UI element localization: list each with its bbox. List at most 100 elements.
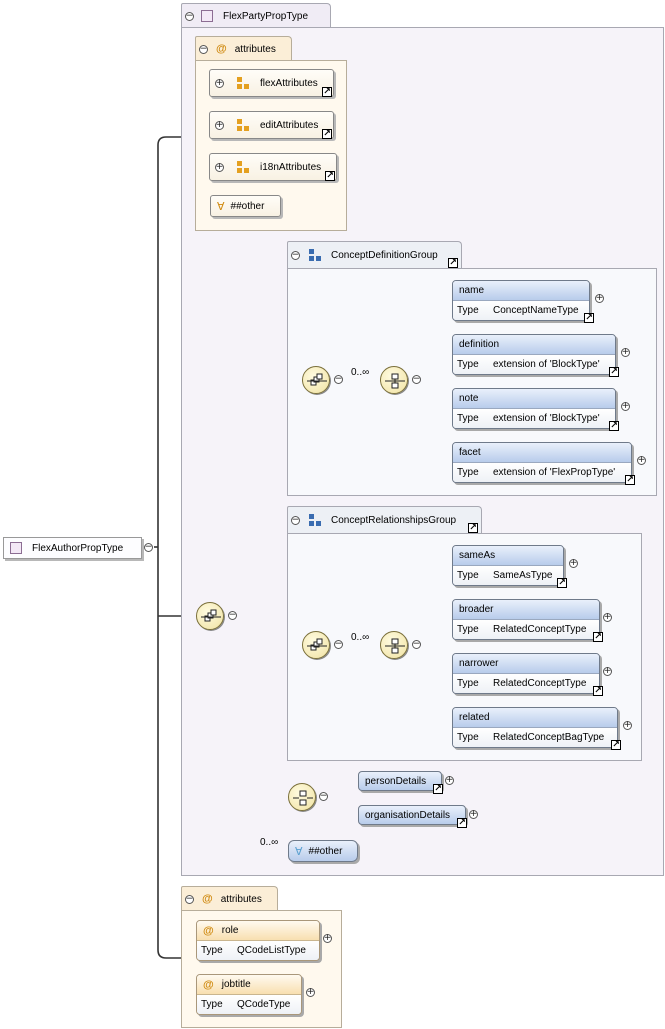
expand-icon[interactable]: + [215, 78, 224, 88]
reference-arrow-icon[interactable]: ↗ [584, 313, 594, 323]
occurrence-label: 0..∞ [351, 632, 370, 643]
reference-arrow-icon[interactable]: ↗ [593, 686, 603, 696]
reference-arrow-icon[interactable]: ↗ [593, 632, 603, 642]
expand-icon[interactable]: + [306, 988, 315, 997]
attribute-group-ref[interactable]: + editAttributes [209, 111, 334, 139]
type-label: Type [457, 359, 479, 370]
element-note[interactable]: note Type extension of 'BlockType' [452, 388, 616, 429]
reference-arrow-icon[interactable]: ↗ [611, 740, 621, 750]
reference-arrow-icon[interactable]: ↗ [625, 475, 635, 485]
occurrence-label: 0..∞ [351, 367, 370, 378]
expand-icon[interactable]: + [637, 456, 646, 465]
element-related[interactable]: related Type RelatedConceptBagType [452, 707, 618, 748]
reference-arrow-icon[interactable]: ↗ [609, 421, 619, 431]
group-collapse-icon[interactable]: − [291, 515, 300, 525]
expand-icon[interactable]: + [623, 721, 632, 730]
sequence-collapse-icon[interactable]: − [334, 640, 343, 649]
type-value: QCodeListType [237, 945, 306, 956]
element-definition[interactable]: definition Type extension of 'BlockType' [452, 334, 616, 375]
any-element-icon: ∀ [295, 845, 303, 858]
attribute-group-ref[interactable]: + flexAttributes [209, 69, 334, 97]
type-label: Type [457, 467, 479, 478]
reference-arrow-icon[interactable]: ↗ [457, 818, 467, 828]
attribute-icon: @ [203, 924, 214, 937]
complex-type-icon [201, 10, 213, 22]
group-collapse-icon[interactable]: − [291, 250, 300, 260]
expand-icon[interactable]: + [469, 810, 478, 819]
model-group-icon [309, 514, 321, 526]
root-element[interactable]: FlexAuthorPropType [3, 537, 142, 559]
attribute-group-icon [237, 77, 249, 89]
sequence-compositor-icon[interactable] [196, 602, 224, 630]
type-value: RelatedConceptType [493, 624, 587, 635]
attribute-group-ref[interactable]: + i18nAttributes [209, 153, 337, 181]
reference-arrow-icon[interactable]: ↗ [609, 367, 619, 377]
reference-arrow-icon[interactable]: ↗ [557, 578, 567, 588]
reference-arrow-icon[interactable]: ↗ [468, 523, 478, 533]
choice-collapse-icon[interactable]: − [319, 792, 328, 801]
element-organisationdetails[interactable]: organisationDetails [358, 805, 466, 825]
sequence-collapse-icon[interactable]: − [412, 640, 421, 649]
concept-definition-group-tab[interactable]: − ConceptDefinitionGroup [287, 241, 462, 268]
reference-arrow-icon[interactable]: ↗ [448, 258, 458, 268]
attribute-group-label: flexAttributes [260, 77, 318, 89]
choice-compositor-icon[interactable] [288, 783, 316, 811]
attributes-tab[interactable]: − @ attributes [181, 886, 278, 911]
any-element-label: ##other [308, 845, 343, 857]
element-persondetails[interactable]: personDetails [358, 771, 442, 791]
attributes-collapse-icon[interactable]: − [185, 894, 194, 904]
type-value: RelatedConceptType [493, 678, 587, 689]
sequence-compositor-icon[interactable] [380, 366, 408, 394]
expand-icon[interactable]: + [603, 613, 612, 622]
sequence-collapse-icon[interactable]: − [228, 611, 237, 620]
root-collapse-icon[interactable]: − [144, 543, 153, 552]
expand-icon[interactable]: + [569, 559, 578, 568]
expand-icon[interactable]: + [603, 667, 612, 676]
any-attribute[interactable]: ∀ ##other [210, 195, 281, 217]
expand-icon[interactable]: + [621, 402, 630, 411]
base-type-label: FlexPartyPropType [223, 10, 309, 22]
base-attributes-collapse-icon[interactable]: − [199, 44, 208, 54]
expand-icon[interactable]: + [595, 294, 604, 303]
attribute-role[interactable]: @ role Type QCodeListType [196, 920, 320, 961]
any-attribute-icon: ∀ [217, 200, 225, 213]
expand-icon[interactable]: + [621, 348, 630, 357]
base-type-tab[interactable]: − FlexPartyPropType [181, 3, 331, 28]
type-label: Type [457, 732, 479, 743]
sequence-collapse-icon[interactable]: − [334, 375, 343, 384]
base-attributes-tab[interactable]: − @ attributes [195, 36, 292, 61]
element-sameas[interactable]: sameAs Type SameAsType [452, 545, 564, 586]
element-label: facet [459, 447, 481, 458]
element-narrower[interactable]: narrower Type RelatedConceptType [452, 653, 600, 694]
model-group-icon [309, 249, 321, 261]
reference-arrow-icon[interactable]: ↗ [433, 784, 443, 794]
root-element-label: FlexAuthorPropType [32, 542, 124, 554]
sequence-collapse-icon[interactable]: − [412, 375, 421, 384]
sequence-compositor-icon[interactable] [380, 631, 408, 659]
element-facet[interactable]: facet Type extension of 'FlexPropType' [452, 442, 632, 483]
expand-icon[interactable]: + [215, 120, 224, 130]
expand-icon[interactable]: + [215, 162, 224, 172]
reference-arrow-icon[interactable]: ↗ [322, 87, 332, 97]
sequence-compositor-icon[interactable] [302, 366, 330, 394]
expand-icon[interactable]: + [323, 934, 332, 943]
type-label: Type [201, 999, 223, 1010]
element-label: personDetails [365, 775, 427, 787]
any-element[interactable]: ∀ ##other [288, 840, 358, 862]
attributes-label: attributes [220, 893, 262, 905]
element-label: definition [459, 339, 500, 350]
type-label: Type [457, 305, 479, 316]
element-name[interactable]: name Type ConceptNameType [452, 280, 590, 321]
element-broader[interactable]: broader Type RelatedConceptType [452, 599, 600, 640]
expand-icon[interactable]: + [445, 776, 454, 785]
reference-arrow-icon[interactable]: ↗ [322, 129, 332, 139]
attribute-icon: @ [202, 893, 213, 905]
element-label: note [459, 393, 479, 404]
type-value: RelatedConceptBagType [493, 732, 605, 743]
concept-relationships-group-tab[interactable]: − ConceptRelationshipsGroup [287, 506, 482, 533]
reference-arrow-icon[interactable]: ↗ [325, 171, 335, 181]
base-type-collapse-icon[interactable]: − [185, 11, 194, 21]
attribute-jobtitle[interactable]: @ jobtitle Type QCodeType [196, 974, 302, 1015]
sequence-compositor-icon[interactable] [302, 631, 330, 659]
element-label: related [459, 712, 490, 723]
